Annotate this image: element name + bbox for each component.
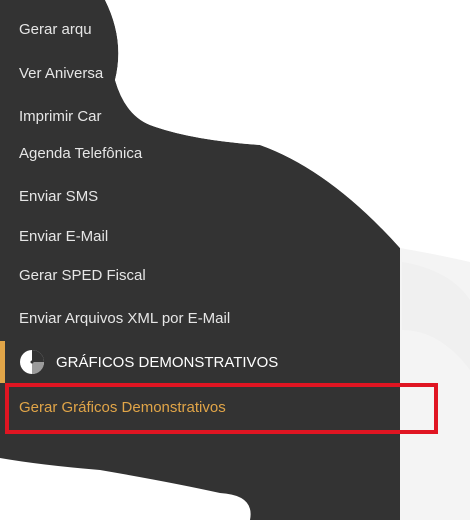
screenshot: Gerar arqu Ver Aniversa Imprimir Car Age… (0, 0, 470, 520)
menu-item-label: Enviar SMS (19, 187, 99, 205)
menu-item-ver-aniversariantes[interactable]: Ver Aniversa (0, 53, 400, 93)
section-label: GRÁFICOS DEMONSTRATIVOS (56, 353, 279, 371)
menu-item-label: Gerar SPED Fiscal (19, 266, 146, 284)
menu-item-enviar-sms[interactable]: Enviar SMS (0, 176, 400, 216)
menu-item-label: Agenda Telefônica (19, 144, 143, 162)
menu-item-enviar-email[interactable]: Enviar E-Mail (0, 216, 400, 256)
menu-item-label: Enviar E-Mail (19, 227, 109, 245)
highlight-box (5, 383, 438, 434)
menu-item-enviar-arquivos-xml[interactable]: Enviar Arquivos XML por E-Mail (0, 298, 400, 338)
active-section-accent (0, 341, 5, 383)
menu-item-label: Imprimir Car (19, 107, 102, 125)
menu-item-gerar-sped-fiscal[interactable]: Gerar SPED Fiscal (0, 255, 400, 295)
menu-item-label: Ver Aniversa (19, 64, 104, 82)
menu-item-label: Enviar Arquivos XML por E-Mail (19, 309, 231, 327)
menu-item-imprimir-cartas[interactable]: Imprimir Car (0, 96, 400, 136)
menu-item-agenda-telefonica[interactable]: Agenda Telefônica (0, 133, 400, 173)
menu-item-label: Gerar arqu (19, 20, 92, 38)
pie-chart-icon (20, 350, 44, 374)
menu-item-gerar-arquivo[interactable]: Gerar arqu (0, 9, 400, 49)
section-graficos-demonstrativos[interactable]: GRÁFICOS DEMONSTRATIVOS (0, 341, 400, 383)
